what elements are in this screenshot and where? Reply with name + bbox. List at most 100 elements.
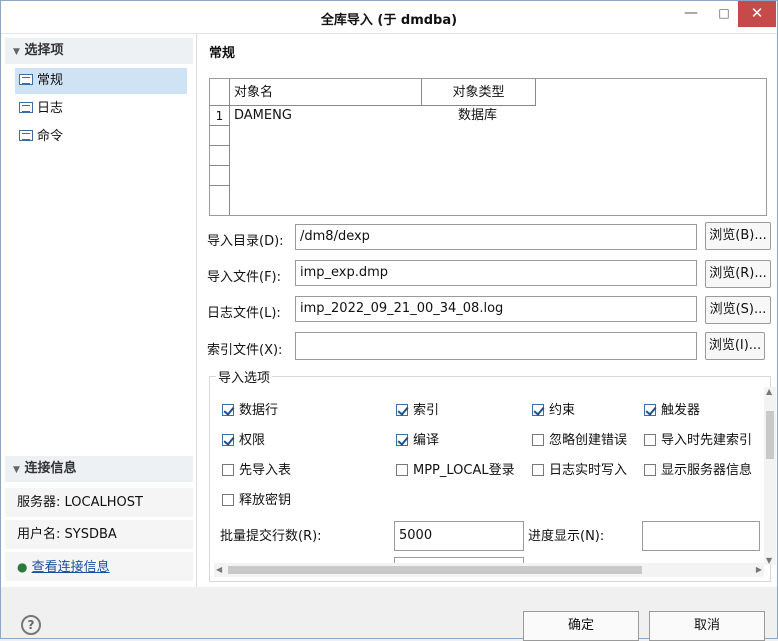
checkbox-box: [396, 404, 408, 416]
checkbox-index[interactable]: 索引: [396, 401, 439, 421]
checkbox-label: MPP_LOCAL登录: [413, 463, 515, 478]
file-label: 导入文件(F):: [207, 270, 282, 285]
checkbox-label: 触发器: [661, 403, 701, 418]
page-title: 常规: [209, 46, 236, 61]
browse-dir-button[interactable]: 浏览(B)...: [705, 222, 771, 250]
index-label: 索引文件(X):: [207, 343, 283, 358]
checkbox-ignore-errors[interactable]: 忽略创建错误: [532, 431, 627, 451]
chevron-down-icon: ▼: [13, 47, 20, 57]
row-number: [210, 126, 230, 146]
checkbox-box: [222, 434, 234, 446]
cancel-button[interactable]: 取消: [649, 611, 765, 641]
sidebar: ▼ 选择项 常规 日志 命令 ▼ 连接信息 服务器: LOCALHOST 用户名…: [1, 34, 197, 587]
sidebar-item-label: 常规: [37, 73, 64, 88]
checkbox-log-realtime[interactable]: 日志实时写入: [532, 461, 627, 481]
dir-label: 导入目录(D):: [207, 234, 284, 249]
checkbox-constraint[interactable]: 约束: [532, 401, 575, 421]
row-number: [210, 146, 230, 166]
page-icon: [19, 102, 33, 113]
checkbox-box: [222, 404, 234, 416]
sidebar-item-command[interactable]: 命令: [15, 124, 187, 150]
column-header-name[interactable]: 对象名: [230, 79, 422, 106]
options-vertical-scrollbar[interactable]: ▲ ▼: [764, 387, 776, 565]
checkbox-box: [222, 494, 234, 506]
checkbox-data-rows[interactable]: 数据行: [222, 401, 278, 421]
scroll-down-icon[interactable]: ▼: [766, 556, 772, 565]
checkbox-label: 忽略创建错误: [549, 433, 628, 448]
checkbox-compile[interactable]: 编译: [396, 431, 439, 451]
checkbox-trigger[interactable]: 触发器: [644, 401, 700, 421]
options-horizontal-scrollbar[interactable]: ◀ ▶: [214, 563, 764, 577]
table-corner: [210, 79, 230, 106]
window-title: 全库导入 (于 dmdba): [320, 13, 458, 28]
object-table[interactable]: 对象名 对象类型 1 DAMENG 数据库: [209, 78, 767, 216]
checkbox-box: [532, 464, 544, 476]
page-icon: [19, 74, 33, 85]
cell-object-name[interactable]: DAMENG: [234, 106, 292, 126]
person-icon: ●: [17, 560, 28, 574]
maximize-button[interactable]: □: [711, 1, 737, 27]
row-number: [210, 166, 230, 186]
row-number: 1: [210, 106, 230, 126]
checkbox-label: 索引: [413, 403, 440, 418]
checkbox-release-key[interactable]: 释放密钥: [222, 491, 291, 511]
file-input[interactable]: imp_exp.dmp: [295, 260, 697, 286]
cell-object-type[interactable]: 数据库: [458, 106, 497, 126]
log-label: 日志文件(L):: [207, 306, 281, 321]
checkbox-mpp-local[interactable]: MPP_LOCAL登录: [396, 461, 515, 481]
sidebar-item-label: 日志: [37, 101, 64, 116]
ok-button[interactable]: 确定: [523, 611, 639, 641]
checkbox-label: 约束: [549, 403, 576, 418]
scroll-up-icon[interactable]: ▲: [766, 387, 772, 396]
view-connection-row: ● 查看连接信息: [5, 552, 193, 582]
section-title: 选择项: [24, 43, 64, 58]
sidebar-item-log[interactable]: 日志: [15, 96, 187, 122]
title-bar: 全库导入 (于 dmdba) — □ ✕: [1, 1, 777, 34]
checkbox-label: 导入时先建索引: [661, 433, 753, 448]
help-icon[interactable]: ?: [21, 615, 41, 635]
chevron-down-icon: ▼: [13, 465, 20, 475]
horizontal-scroll-thumb[interactable]: [228, 566, 642, 574]
sidebar-section-connection[interactable]: ▼ 连接信息: [5, 456, 193, 482]
checkbox-label: 日志实时写入: [549, 463, 628, 478]
checkbox-label: 显示服务器信息: [661, 463, 753, 478]
sidebar-item-label: 命令: [37, 129, 64, 144]
sidebar-section-options[interactable]: ▼ 选择项: [5, 38, 193, 64]
dir-input[interactable]: /dm8/dexp: [295, 224, 697, 250]
checkbox-box: [644, 464, 656, 476]
checkbox-box: [532, 434, 544, 446]
scroll-left-icon[interactable]: ◀: [216, 565, 222, 574]
view-connection-link[interactable]: 查看连接信息: [32, 560, 110, 575]
checkbox-box: [644, 404, 656, 416]
progress-input[interactable]: [642, 521, 760, 551]
close-button[interactable]: ✕: [738, 1, 776, 27]
button-bar: ? 确定 取消: [1, 587, 777, 641]
row-number: [210, 186, 230, 215]
progress-label: 进度显示(N):: [528, 529, 605, 544]
import-options-group: 导入选项 数据行 索引 约束 触发器 权限 编译 忽略创建错误 导入时先建索引 …: [209, 367, 776, 582]
import-dialog: 全库导入 (于 dmdba) — □ ✕ ▼ 选择项 常规 日志 命令 ▼ 连接…: [0, 0, 778, 641]
checkbox-box: [222, 464, 234, 476]
checkbox-index-first[interactable]: 导入时先建索引: [644, 431, 762, 451]
checkbox-privilege[interactable]: 权限: [222, 431, 265, 451]
options-title: 导入选项: [216, 367, 273, 386]
browse-log-button[interactable]: 浏览(S)...: [705, 296, 771, 324]
browse-file-button[interactable]: 浏览(R)...: [705, 260, 771, 288]
checkbox-box: [644, 434, 656, 446]
batch-rows-input[interactable]: 5000: [394, 521, 524, 551]
checkbox-label: 数据行: [239, 403, 279, 418]
checkbox-show-server-info[interactable]: 显示服务器信息: [644, 461, 762, 481]
browse-index-button[interactable]: 浏览(I)...: [705, 332, 765, 360]
sidebar-item-general[interactable]: 常规: [15, 68, 187, 94]
main-panel: 常规 对象名 对象类型 1 DAMENG 数据库 导入目录(D): /dm8/d…: [197, 34, 777, 587]
checkbox-label: 先导入表: [239, 463, 292, 478]
minimize-button[interactable]: —: [678, 1, 704, 27]
checkbox-label: 编译: [413, 433, 440, 448]
column-header-type[interactable]: 对象类型: [422, 79, 536, 106]
vertical-scroll-thumb[interactable]: [766, 411, 774, 459]
log-input[interactable]: imp_2022_09_21_00_34_08.log: [295, 296, 697, 322]
user-info: 用户名: SYSDBA: [5, 520, 193, 550]
scroll-right-icon[interactable]: ▶: [756, 565, 762, 574]
checkbox-table-first[interactable]: 先导入表: [222, 461, 291, 481]
index-input[interactable]: [295, 332, 697, 360]
